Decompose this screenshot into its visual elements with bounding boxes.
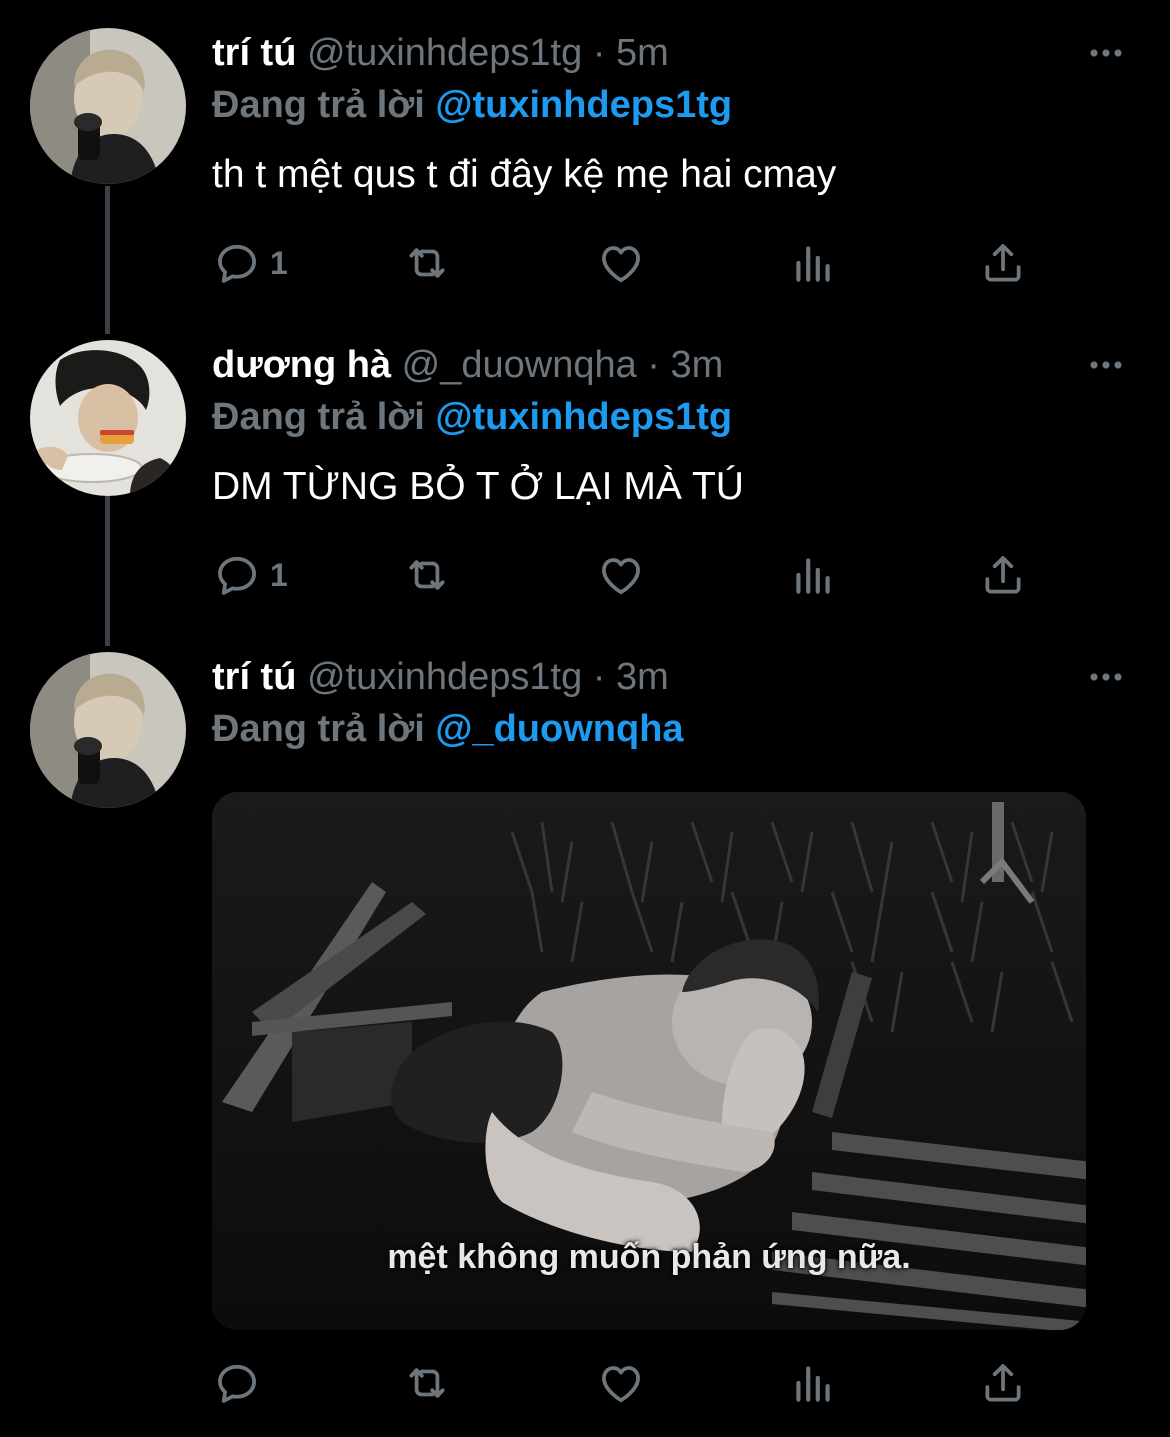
avatar[interactable]	[30, 28, 186, 184]
avatar[interactable]	[30, 652, 186, 808]
share-icon	[978, 238, 1028, 288]
reply-count: 1	[270, 556, 288, 593]
more-icon[interactable]	[1086, 33, 1126, 73]
username[interactable]: @tuxinhdeps1tg	[307, 656, 582, 698]
replying-to: Đang trả lời @_duownqha	[212, 706, 684, 752]
username[interactable]: @_duownqha	[402, 344, 637, 386]
retweet-icon	[402, 238, 452, 288]
retweet-icon	[402, 550, 452, 600]
tweet-media-image[interactable]: mệt không muốn phản ứng nữa.	[212, 792, 1086, 1330]
retweet-button[interactable]	[402, 1358, 452, 1408]
timestamp[interactable]: 3m	[671, 344, 724, 386]
tweet[interactable]: trí tú @tuxinhdeps1tg · 5m Đang trả lời …	[0, 0, 1170, 330]
analytics-button[interactable]	[788, 1358, 838, 1408]
display-name[interactable]: dương hà	[212, 344, 391, 386]
reply-button[interactable]: 1	[212, 238, 288, 288]
heart-icon	[596, 550, 646, 600]
replying-prefix: Đang trả lời	[212, 396, 425, 438]
avatar[interactable]	[30, 340, 186, 496]
replying-prefix: Đang trả lời	[212, 84, 425, 126]
tweet[interactable]: dương hà @_duownqha · 3m Đang trả lời @t…	[0, 312, 1170, 642]
tweet-text: DM TỪNG BỎ T Ở LẠI MÀ TÚ	[212, 465, 744, 508]
like-button[interactable]	[596, 238, 646, 288]
separator: ·	[592, 656, 606, 698]
share-button[interactable]	[978, 1358, 1028, 1408]
share-icon	[978, 1358, 1028, 1408]
mention-link[interactable]: @_duownqha	[435, 708, 683, 750]
timestamp[interactable]: 5m	[616, 32, 669, 74]
mention-link[interactable]: @tuxinhdeps1tg	[435, 396, 732, 438]
action-bar	[212, 1358, 1042, 1408]
share-button[interactable]	[978, 550, 1028, 600]
heart-icon	[596, 238, 646, 288]
analytics-icon	[788, 238, 838, 288]
tweet-header: trí tú @tuxinhdeps1tg · 3m	[212, 654, 669, 700]
tweet-text: th t mệt qus t đi đây kệ mẹ hai cmay	[212, 153, 837, 196]
reply-button[interactable]	[212, 1358, 270, 1408]
display-name[interactable]: trí tú	[212, 32, 296, 74]
more-icon[interactable]	[1086, 345, 1126, 385]
reply-button[interactable]: 1	[212, 550, 288, 600]
like-button[interactable]	[596, 1358, 646, 1408]
reply-icon	[212, 550, 262, 600]
analytics-icon	[788, 550, 838, 600]
username[interactable]: @tuxinhdeps1tg	[307, 32, 582, 74]
analytics-button[interactable]	[788, 238, 838, 288]
reply-count: 1	[270, 244, 288, 281]
reply-icon	[212, 1358, 262, 1408]
display-name[interactable]: trí tú	[212, 656, 296, 698]
action-bar: 1	[212, 238, 1042, 288]
separator: ·	[647, 344, 660, 386]
timestamp[interactable]: 3m	[616, 656, 669, 698]
tweet-header: dương hà @_duownqha · 3m	[212, 342, 723, 388]
analytics-button[interactable]	[788, 550, 838, 600]
mention-link[interactable]: @tuxinhdeps1tg	[435, 84, 732, 126]
reply-icon	[212, 238, 262, 288]
replying-to: Đang trả lời @tuxinhdeps1tg	[212, 394, 732, 440]
replying-prefix: Đang trả lời	[212, 708, 425, 750]
share-icon	[978, 550, 1028, 600]
more-icon[interactable]	[1086, 657, 1126, 697]
retweet-button[interactable]	[402, 550, 452, 600]
retweet-icon	[402, 1358, 452, 1408]
heart-icon	[596, 1358, 646, 1408]
retweet-button[interactable]	[402, 238, 452, 288]
action-bar: 1	[212, 550, 1042, 600]
like-button[interactable]	[596, 550, 646, 600]
share-button[interactable]	[978, 238, 1028, 288]
tweet-header: trí tú @tuxinhdeps1tg · 5m	[212, 30, 669, 76]
separator: ·	[592, 32, 606, 74]
replying-to: Đang trả lời @tuxinhdeps1tg	[212, 82, 732, 128]
media-caption: mệt không muốn phản ứng nữa.	[387, 1238, 911, 1276]
analytics-icon	[788, 1358, 838, 1408]
